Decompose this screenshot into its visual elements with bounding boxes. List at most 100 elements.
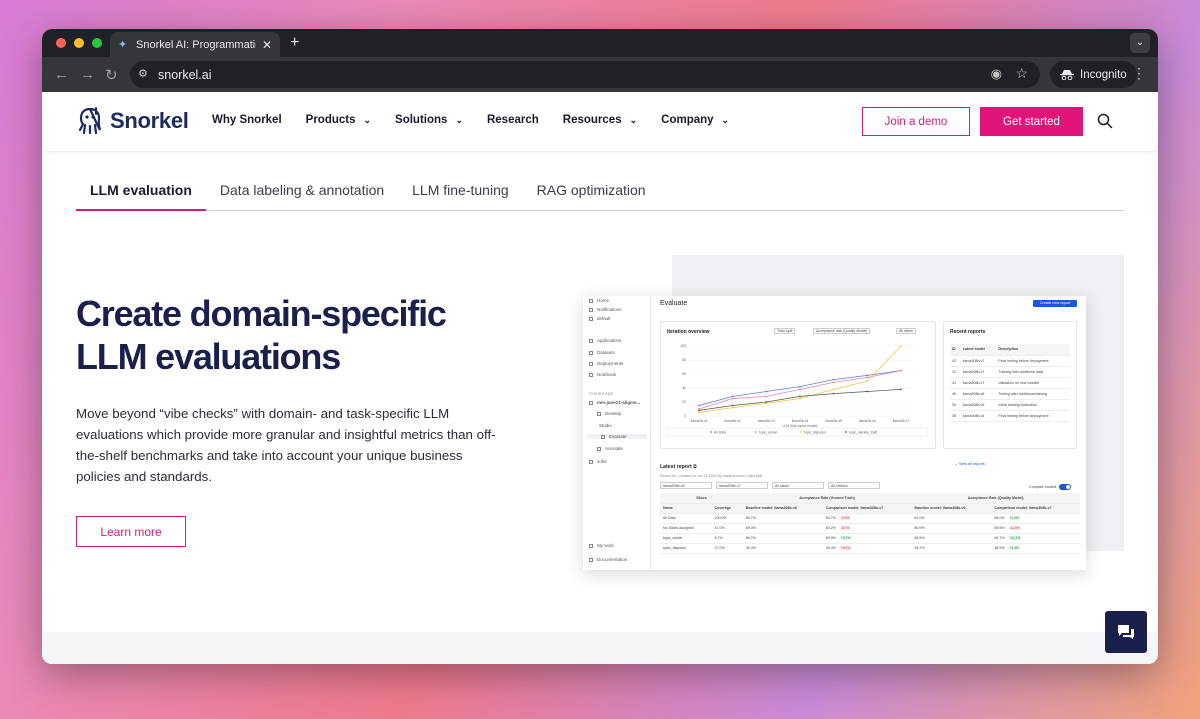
table-header-cell: Comparison model: llama308b-v7	[822, 503, 912, 514]
nav-item-label: Products	[305, 114, 356, 126]
tab-search-chevron-icon[interactable]: ⌄	[1130, 33, 1150, 53]
chevron-down-icon: ⌄	[455, 114, 463, 125]
new-tab-icon[interactable]: +	[290, 34, 299, 52]
delta-badge: +1.0%	[1008, 516, 1020, 520]
preview-current-app-label: Current App	[589, 391, 614, 396]
table-cell: 47.0%	[711, 523, 743, 534]
delta-badge: -8.7%	[839, 526, 851, 530]
table-cell: topic_disputes	[660, 543, 712, 554]
url-field[interactable]: ⚙ snorkel.ai ◉ ☆	[130, 61, 1040, 88]
preview-nav-home: Home	[589, 298, 609, 303]
chart-legend-swatch	[845, 431, 847, 433]
preview-view-all-link: → View all reports	[954, 462, 985, 466]
chart-legend-label: topic_admin	[759, 430, 777, 434]
table-cell-value: 69.5%	[994, 526, 1005, 530]
table-cell-value: 38.5%	[994, 546, 1005, 550]
nav-item-why-snorkel[interactable]: Why Snorkel	[212, 114, 282, 126]
tab-title: Snorkel AI: Programmatic AI D	[136, 38, 256, 51]
nav-item-products[interactable]: Products ⌄	[306, 114, 371, 126]
chart-x-tick: llama3b-v2	[724, 419, 741, 423]
chart-point	[832, 378, 835, 381]
site-settings-icon[interactable]: ⚙	[138, 67, 148, 80]
browser-menu-icon[interactable]: ⋮	[1132, 65, 1146, 82]
table-cell-value: 69.9%	[825, 536, 836, 540]
site-header: Snorkel Why Snorkel Products ⌄ Solutions ⌄ Re…	[42, 92, 1158, 152]
hero-description: Move beyond “vibe checks” with domain- a…	[76, 406, 496, 484]
nav-item-company[interactable]: Company ⌄	[661, 114, 729, 126]
bookmark-star-icon[interactable]: ☆	[1015, 65, 1028, 82]
preview-nav-my-work: My work	[589, 543, 614, 548]
nav-item-label: Research	[486, 114, 539, 126]
close-window-button[interactable]	[56, 38, 66, 48]
window-controls	[56, 38, 102, 48]
minimize-window-button[interactable]	[74, 38, 84, 48]
join-demo-button[interactable]: Join a demo	[862, 107, 970, 136]
tab-llm-fine-tuning[interactable]: LLM fine-tuning	[398, 180, 523, 211]
table-header-row: ID Latest model Description	[950, 344, 1070, 356]
nav-item-solutions[interactable]: Solutions ⌄	[395, 114, 463, 126]
chat-button[interactable]	[1105, 611, 1147, 653]
web-page: Snorkel Why Snorkel Products ⌄ Solutions ⌄ Re…	[42, 92, 1158, 664]
delta-badge: +11.2%	[1008, 536, 1022, 540]
preview-iteration-chart: 100 80 60 40 20 0 llama3b-v1 llama3b-v2 llama3b-…	[666, 344, 928, 437]
reload-icon[interactable]: ↻	[105, 66, 118, 84]
table-cell: 34.2%	[911, 543, 992, 554]
preview-nav-documentation: Documentation	[589, 557, 627, 562]
chart-point	[799, 388, 801, 391]
url-text: snorkel.ai	[158, 67, 212, 82]
next-section-strip	[42, 632, 1158, 664]
get-started-button[interactable]: Get started	[980, 107, 1083, 136]
table-cell: 66.7%	[742, 533, 823, 544]
tab-data-labeling-annotation[interactable]: Data labeling & annotation	[206, 180, 398, 211]
table-cell: Final testing before deployment	[996, 410, 1070, 422]
table-cell: Initial training evaluation	[996, 399, 1070, 411]
incognito-indicator[interactable]: Incognito	[1050, 61, 1137, 88]
chart-y-tick: 100	[680, 344, 686, 348]
chart-point	[832, 392, 835, 395]
chart-legend-swatch	[710, 431, 712, 433]
preview-nav-applications: Applications	[589, 338, 621, 343]
table-header-cell: Baseline model: llama308b-v6	[911, 503, 992, 514]
hero-title-line1: Create domain-specific	[76, 293, 447, 334]
chart-legend-label: topic_disputes	[804, 430, 826, 434]
tab-rag-optimization[interactable]: RAG optimization	[523, 180, 660, 211]
chart-point	[765, 390, 768, 393]
tab-llm-evaluation[interactable]: LLM evaluation	[76, 180, 206, 211]
maximize-window-button[interactable]	[92, 38, 102, 48]
snorkel-logo[interactable]: Snorkel	[76, 106, 189, 136]
chart-legend	[666, 427, 928, 437]
table-row: topic_admin 8.7% 66.7% 69.9% +3.2% 55.5% 66.7%…	[660, 533, 1080, 544]
forward-arrow-icon[interactable]: →	[80, 66, 95, 83]
table-cell: llama308b-v5	[960, 410, 997, 422]
eye-off-icon[interactable]: ◉	[991, 66, 1002, 82]
table-cell: 35.4% +5.0%	[822, 543, 912, 554]
nav-item-resources[interactable]: Resources ⌄	[563, 114, 637, 126]
search-icon[interactable]	[1096, 112, 1114, 130]
chart-point	[866, 374, 869, 377]
table-cell: All Data	[660, 513, 712, 524]
table-header-cell: Baseline model: llama308b-v6	[742, 503, 823, 514]
back-arrow-icon[interactable]: ←	[54, 66, 69, 83]
nav-item-research[interactable]: Research	[487, 114, 539, 126]
preview-nav-notifications: Notifications	[589, 307, 622, 312]
preview-nav-annotate: Annotate	[597, 446, 623, 451]
table-cell: 68.0% +1.0%	[991, 513, 1080, 524]
table-cell: 43	[950, 355, 961, 367]
table-cell: 27.0%	[711, 543, 743, 554]
browser-tab[interactable]: ✦ Snorkel AI: Programmatic AI D ✕	[110, 32, 280, 57]
preview-filter-metric: Acceptance rate (Quality Model)	[813, 328, 871, 334]
table-cell: 69.5% -11.3%	[991, 523, 1080, 534]
table-cell: 69.0%	[742, 523, 823, 534]
table-group-header: Acceptance Rate (Quality Model)	[911, 493, 1080, 504]
table-cell: 69.9% +3.2%	[822, 533, 912, 544]
chart-point	[731, 406, 734, 409]
table-cell: 61.0%	[911, 513, 992, 524]
table-cell: 39	[950, 399, 961, 411]
learn-more-button[interactable]: Learn more	[76, 516, 186, 547]
nav-item-label: Resources	[562, 114, 622, 126]
table-group-header: Slices	[660, 493, 743, 504]
table-cell: 30.4%	[742, 543, 823, 554]
table-cell: llama308b-v6	[960, 399, 997, 411]
close-tab-icon[interactable]: ✕	[262, 38, 272, 52]
preview-latest-table: Slices Acceptance Rate (Ground Truth) Acce…	[660, 493, 1080, 554]
